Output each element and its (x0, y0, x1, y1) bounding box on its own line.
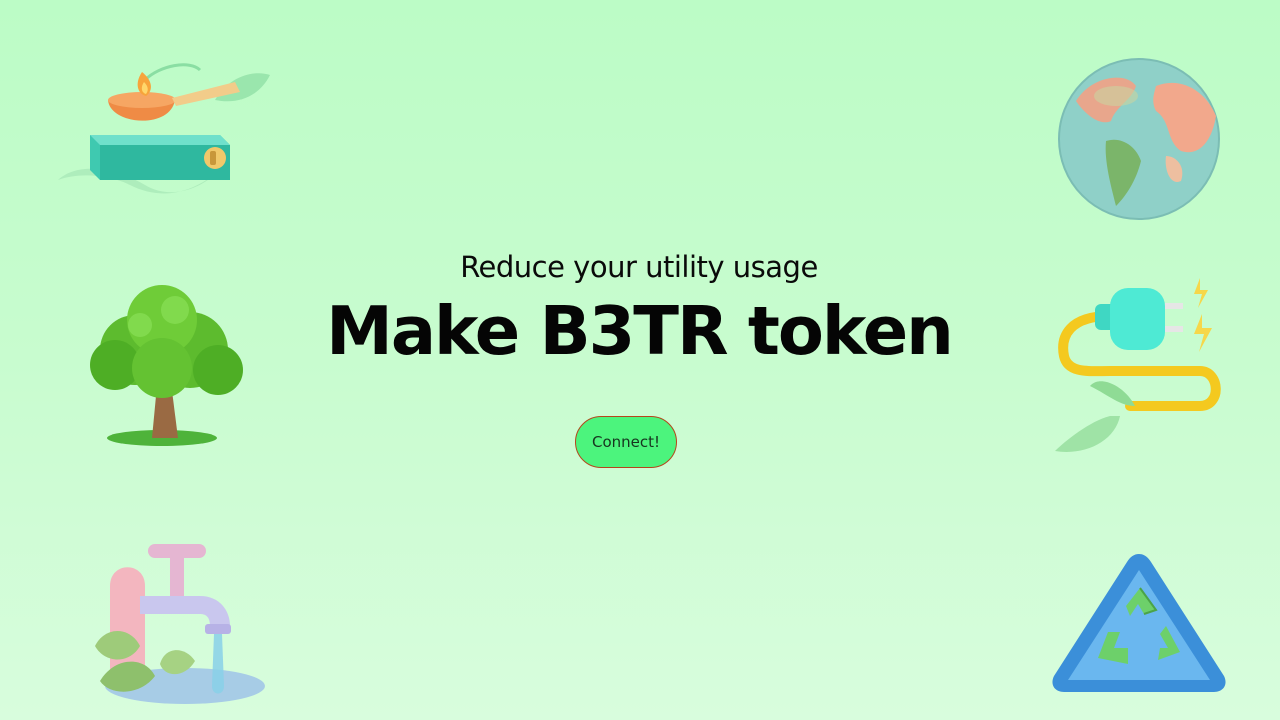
globe-icon (1058, 58, 1220, 220)
hero-subtitle: Reduce your utility usage (460, 250, 818, 284)
hero-section: Reduce your utility usage Make B3TR toke… (0, 250, 1280, 370)
recycle-icon (1052, 554, 1226, 692)
stove-icon (58, 63, 270, 194)
connect-button[interactable]: Connect! (575, 416, 677, 468)
hero-title: Make B3TR token (326, 292, 954, 370)
water-tap-icon (95, 544, 265, 704)
